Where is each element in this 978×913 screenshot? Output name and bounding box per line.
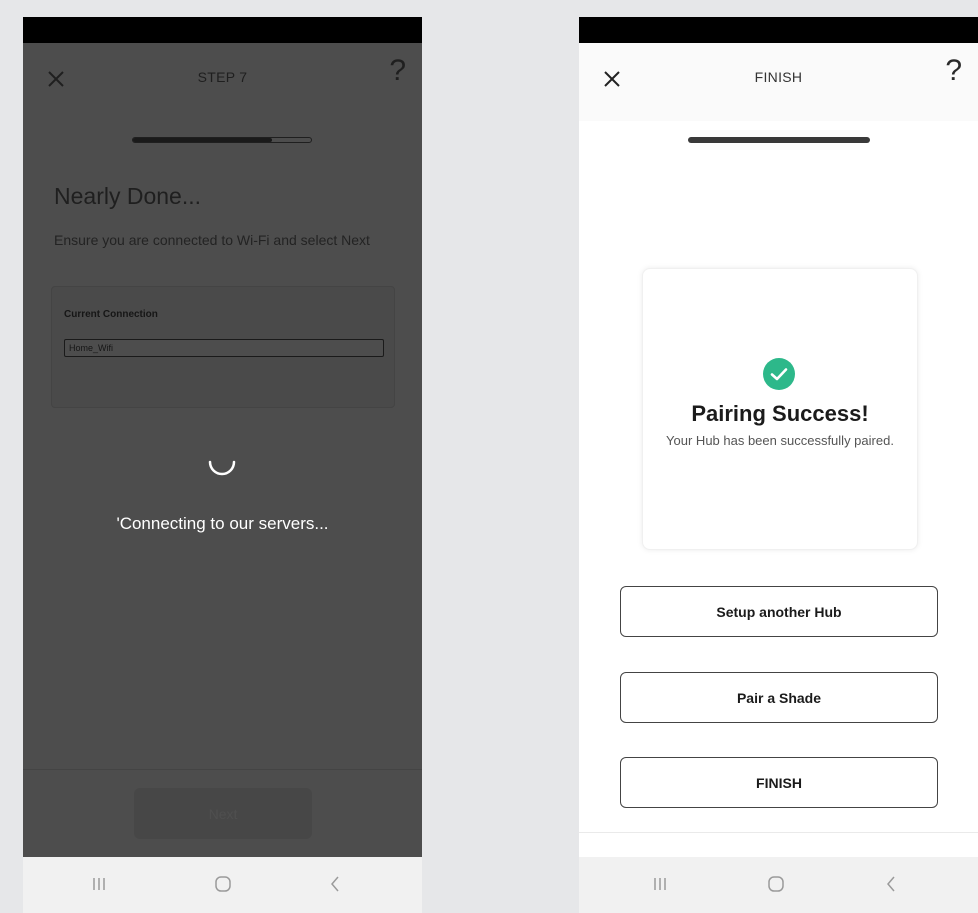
finish-button[interactable]: FINISH bbox=[620, 757, 938, 808]
connection-label: Current Connection bbox=[64, 309, 158, 320]
pair-shade-button[interactable]: Pair a Shade bbox=[620, 672, 938, 723]
success-card: Pairing Success! Your Hub has been succe… bbox=[642, 268, 918, 550]
check-circle-icon bbox=[763, 358, 795, 390]
step-title: FINISH bbox=[754, 69, 803, 85]
back-icon[interactable] bbox=[876, 869, 906, 899]
instruction-text: Ensure you are connected to Wi-Fi and se… bbox=[54, 232, 370, 248]
step-title: STEP 7 bbox=[197, 69, 248, 85]
progress-fill bbox=[133, 138, 272, 142]
header: STEP 7 ? bbox=[23, 43, 422, 121]
page-title: Nearly Done... bbox=[54, 183, 202, 209]
footer-divider bbox=[23, 769, 422, 770]
left-phone-screen: STEP 7 ? Nearly Done... Ensure you are c… bbox=[23, 17, 422, 913]
status-bar bbox=[579, 17, 978, 43]
connection-card: Current Connection Home_Wifi bbox=[51, 286, 395, 408]
loading-spinner-icon bbox=[208, 460, 236, 476]
right-phone-screen: FINISH ? Pairing Success! Your Hub has b… bbox=[579, 17, 978, 913]
wifi-name-field[interactable]: Home_Wifi bbox=[64, 339, 384, 357]
progress-bar bbox=[688, 137, 870, 143]
recent-apps-icon[interactable] bbox=[645, 869, 675, 899]
system-navbar bbox=[23, 857, 422, 913]
success-title: Pairing Success! bbox=[691, 401, 869, 426]
progress-bar bbox=[132, 137, 312, 143]
back-icon[interactable] bbox=[320, 869, 350, 899]
header: FINISH ? bbox=[579, 43, 978, 121]
loading-text: 'Connecting to our servers... bbox=[116, 514, 329, 533]
status-bar bbox=[23, 17, 422, 43]
setup-another-hub-button[interactable]: Setup another Hub bbox=[620, 586, 938, 637]
success-description: Your Hub has been successfully paired. bbox=[666, 433, 894, 448]
home-icon[interactable] bbox=[761, 869, 791, 899]
help-button[interactable]: ? bbox=[389, 53, 406, 89]
system-navbar bbox=[579, 857, 978, 913]
recent-apps-icon[interactable] bbox=[84, 869, 114, 899]
next-button[interactable]: Next bbox=[134, 788, 312, 839]
footer-divider bbox=[579, 832, 978, 833]
help-button[interactable]: ? bbox=[945, 53, 962, 89]
home-icon[interactable] bbox=[208, 869, 238, 899]
